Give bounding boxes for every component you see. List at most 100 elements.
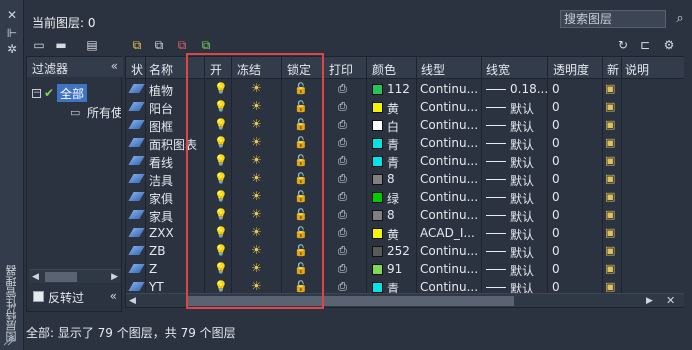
lightbulb-icon[interactable]: 💡 [214, 208, 228, 221]
layer-states-manager-icon[interactable]: ▤ [83, 38, 101, 52]
column-freeze[interactable]: 冻结 [237, 61, 261, 78]
layer-linetype[interactable]: Continu... [420, 82, 478, 96]
lightbulb-icon[interactable]: 💡 [214, 244, 228, 257]
layer-color-name[interactable]: 黄 [387, 226, 399, 243]
column-color[interactable]: 颜色 [372, 61, 396, 78]
layer-color-name[interactable]: 252 [387, 244, 410, 258]
printer-icon[interactable]: ⎙ [338, 244, 347, 258]
layer-row[interactable]: 家具 💡 ☀ 🔓 ⎙ 8 Continu... 默认 0 ▣ [126, 206, 684, 225]
new-property-filter-icon[interactable]: ▭ [30, 38, 48, 52]
layer-status-icon[interactable] [128, 264, 145, 273]
layer-lineweight[interactable]: 0.18... [510, 82, 548, 96]
new-vp-freeze-icon[interactable]: ▣ [605, 262, 615, 275]
column-description[interactable]: 说明 [625, 61, 649, 78]
layer-name[interactable]: 家具 [149, 208, 202, 225]
layer-transparency[interactable]: 0 [552, 226, 560, 240]
layer-name[interactable]: 植物 [149, 82, 202, 99]
color-swatch[interactable] [372, 210, 383, 221]
unlock-icon[interactable]: 🔓 [294, 82, 308, 95]
unlock-icon[interactable]: 🔓 [294, 262, 308, 275]
layer-linetype[interactable]: Continu... [420, 262, 478, 276]
invert-filter-checkbox[interactable] [33, 291, 44, 302]
color-swatch[interactable] [372, 84, 383, 95]
layer-linetype[interactable]: Continu... [420, 100, 478, 114]
layer-lineweight[interactable]: 默认 [510, 190, 534, 207]
layer-transparency[interactable]: 0 [552, 208, 560, 222]
layer-transparency[interactable]: 0 [552, 154, 560, 168]
refresh-icon[interactable]: ↻ [614, 38, 632, 52]
layer-lineweight[interactable]: 默认 [510, 100, 534, 117]
scroll-right-icon[interactable]: ▶ [646, 294, 653, 307]
column-status[interactable]: 状 [131, 61, 143, 78]
layer-name[interactable]: ZXX [149, 226, 202, 240]
layer-name[interactable]: 面积图表 [149, 136, 202, 153]
layer-linetype[interactable]: Continu... [420, 244, 478, 258]
sun-icon[interactable]: ☀ [251, 171, 262, 185]
layer-color-name[interactable]: 白 [387, 118, 399, 135]
unlock-icon[interactable]: 🔓 [294, 190, 308, 203]
layer-lineweight[interactable]: 默认 [510, 262, 534, 279]
close-icon[interactable]: ✕ [666, 294, 675, 307]
color-swatch[interactable] [372, 228, 383, 239]
column-on[interactable]: 开 [210, 61, 222, 78]
color-swatch[interactable] [372, 174, 383, 185]
layer-linetype[interactable]: Continu... [420, 118, 478, 132]
sun-icon[interactable]: ☀ [251, 81, 262, 95]
unlock-icon[interactable]: 🔓 [294, 100, 308, 113]
settings-icon[interactable]: ✲ [5, 42, 19, 56]
tree-expander-icon[interactable]: − [32, 89, 41, 98]
search-layers-input[interactable]: 搜索图层 [560, 10, 666, 28]
layer-linetype[interactable]: Continu... [420, 190, 478, 204]
layer-row[interactable]: 面积图表 💡 ☀ 🔓 ⎙ 青 Continu... 默认 0 ▣ [126, 134, 684, 153]
scroll-thumb[interactable] [186, 296, 514, 306]
unlock-icon[interactable]: 🔓 [294, 118, 308, 131]
scroll-right-icon[interactable]: ▶ [111, 270, 118, 284]
close-icon[interactable]: ✕ [5, 8, 19, 22]
pin-icon[interactable]: ⊩ [5, 26, 19, 40]
layer-row[interactable]: 洁具 💡 ☀ 🔓 ⎙ 8 Continu... 默认 0 ▣ [126, 170, 684, 189]
printer-icon[interactable]: ⎙ [338, 226, 347, 240]
layer-lineweight[interactable]: 默认 [510, 136, 534, 153]
layer-row[interactable]: 图框 💡 ☀ 🔓 ⎙ 白 Continu... 默认 0 ▣ [126, 116, 684, 135]
layer-transparency[interactable]: 0 [552, 82, 560, 96]
color-swatch[interactable] [372, 138, 383, 149]
color-swatch[interactable] [372, 282, 383, 293]
layer-row[interactable]: 看线 💡 ☀ 🔓 ⎙ 青 Continu... 默认 0 ▣ [126, 152, 684, 171]
unlock-icon[interactable]: 🔓 [294, 208, 308, 221]
filter-used-node[interactable]: 所有使用的图层 [87, 104, 121, 121]
layer-transparency[interactable]: 0 [552, 190, 560, 204]
new-vp-freeze-icon[interactable]: ▣ [605, 82, 615, 95]
layer-name[interactable]: 家俱 [149, 190, 202, 207]
layer-status-icon[interactable] [128, 156, 145, 165]
printer-icon[interactable]: ⎙ [338, 190, 347, 204]
new-layer-icon[interactable]: ⧉ [128, 38, 146, 52]
unlock-icon[interactable]: 🔓 [294, 172, 308, 185]
scroll-left-icon[interactable]: ◀ [129, 294, 136, 307]
sun-icon[interactable]: ☀ [251, 135, 262, 149]
layer-name[interactable]: 看线 [149, 154, 202, 171]
color-swatch[interactable] [372, 102, 383, 113]
layer-lineweight[interactable]: 默认 [510, 172, 534, 189]
layer-row[interactable]: 植物 💡 ☀ 🔓 ⎙ 112 Continu... 0.18... 0 ▣ [126, 80, 684, 99]
layer-color-name[interactable]: 青 [387, 136, 399, 153]
layer-lineweight[interactable]: 默认 [510, 244, 534, 261]
layer-status-icon[interactable] [128, 210, 145, 219]
new-vp-freeze-icon[interactable]: ▣ [605, 244, 615, 257]
layer-linetype[interactable]: Continu... [420, 154, 478, 168]
scroll-thumb[interactable] [45, 272, 77, 282]
layer-transparency[interactable]: 0 [552, 100, 560, 114]
sun-icon[interactable]: ☀ [251, 153, 262, 167]
layer-transparency[interactable]: 0 [552, 136, 560, 150]
layer-name[interactable]: YT [149, 280, 202, 294]
layer-color-name[interactable]: 黄 [387, 100, 399, 117]
layer-name[interactable]: 阳台 [149, 100, 202, 117]
layer-lineweight[interactable]: 默认 [510, 154, 534, 171]
layer-lineweight[interactable]: 默认 [510, 226, 534, 243]
set-current-icon[interactable]: ⧉ [197, 38, 215, 52]
layer-color-name[interactable]: 绿 [387, 190, 399, 207]
layer-transparency[interactable]: 0 [552, 172, 560, 186]
layer-row[interactable]: 阳台 💡 ☀ 🔓 ⎙ 黄 Continu... 默认 0 ▣ [126, 98, 684, 117]
sun-icon[interactable]: ☀ [251, 243, 262, 257]
new-layer-vp-frozen-icon[interactable]: ⧉ [150, 38, 168, 52]
scroll-left-icon[interactable]: ◀ [32, 270, 39, 284]
